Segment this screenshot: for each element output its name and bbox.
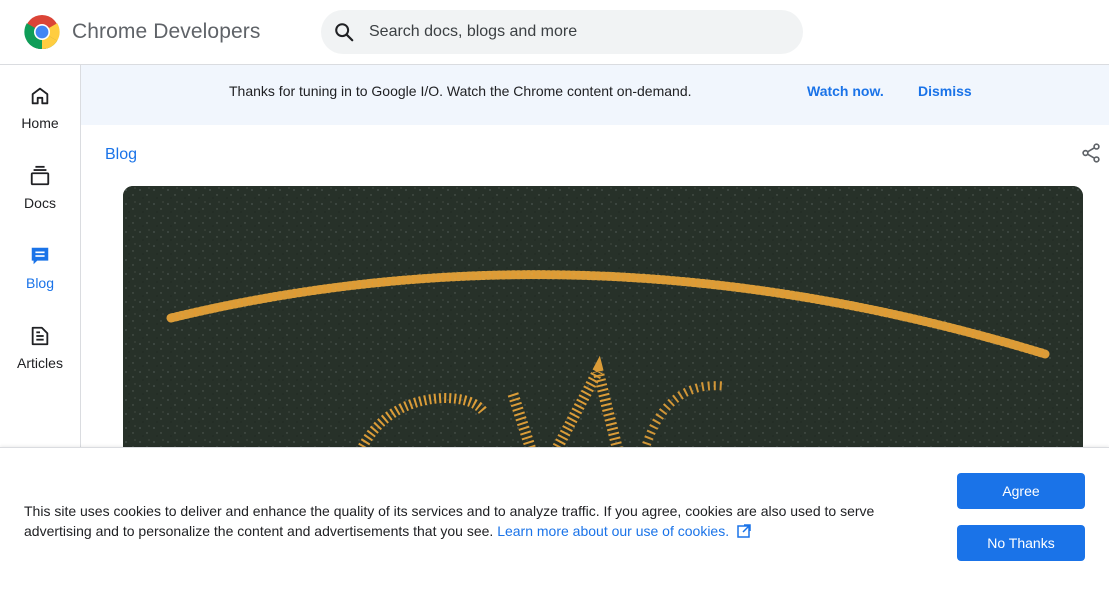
agree-button[interactable]: Agree	[957, 473, 1085, 509]
rail-item-home[interactable]: Home	[0, 65, 80, 145]
rail-item-label: Articles	[17, 355, 63, 371]
no-thanks-button[interactable]: No Thanks	[957, 525, 1085, 561]
search-bar[interactable]	[321, 10, 803, 54]
rail-item-blog[interactable]: Blog	[0, 225, 80, 305]
rail-item-label: Home	[21, 115, 59, 131]
external-link-icon	[737, 524, 751, 538]
cookie-policy-link[interactable]: Learn more about our use of cookies.	[497, 523, 751, 539]
docs-icon	[30, 165, 50, 186]
share-icon[interactable]	[1080, 142, 1102, 164]
announcement-banner: Thanks for tuning in to Google I/O. Watc…	[81, 65, 1109, 125]
banner-message: Thanks for tuning in to Google I/O. Watc…	[229, 83, 692, 99]
rail-item-articles[interactable]: Articles	[0, 305, 80, 385]
blog-icon	[31, 247, 49, 265]
watch-now-link[interactable]: Watch now.	[807, 83, 884, 99]
hero-image	[123, 186, 1083, 456]
rail-item-label: Blog	[25, 275, 55, 291]
cookie-consent-bar: This site uses cookies to deliver and en…	[0, 447, 1109, 600]
dismiss-button[interactable]: Dismiss	[918, 83, 972, 99]
rail-item-label: Docs	[24, 195, 56, 211]
top-app-bar: Chrome Developers	[0, 0, 1109, 65]
articles-icon	[31, 326, 49, 346]
cookie-policy-link-label: Learn more about our use of cookies.	[497, 523, 730, 539]
site-title[interactable]: Chrome Developers	[72, 20, 260, 44]
search-input[interactable]	[369, 10, 789, 54]
chrome-logo-icon[interactable]	[24, 14, 60, 50]
search-icon[interactable]	[333, 21, 355, 43]
chalk-drawing-image	[123, 186, 1083, 456]
home-icon	[31, 87, 49, 105]
cookie-message: This site uses cookies to deliver and en…	[24, 501, 924, 541]
rail-item-docs[interactable]: Docs	[0, 145, 80, 225]
breadcrumb[interactable]: Blog	[105, 146, 137, 164]
